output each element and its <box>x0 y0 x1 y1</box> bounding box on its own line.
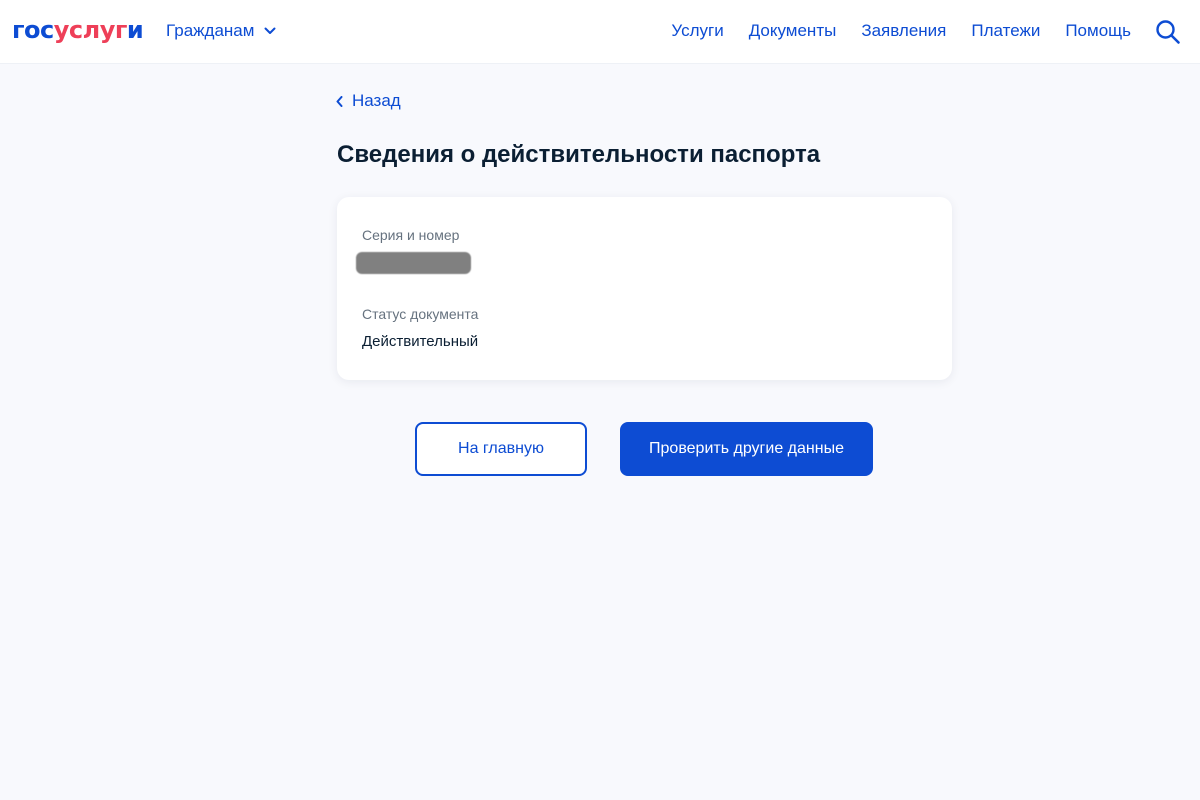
passport-info-card: Серия и номер Статус документа Действите… <box>337 197 952 380</box>
nav-item-help[interactable]: Помощь <box>1065 20 1131 42</box>
status-value: Действительный <box>362 333 479 350</box>
check-other-data-button[interactable]: Проверить другие данные <box>620 422 873 476</box>
series-number-label: Серия и номер <box>362 227 460 243</box>
home-button[interactable]: На главную <box>415 422 587 476</box>
search-icon[interactable] <box>1155 19 1181 45</box>
gosuslugi-logo[interactable]: госуслуги <box>12 16 144 44</box>
logo-part-i: и <box>126 16 144 44</box>
logo-part-uslug: услуг <box>53 16 128 44</box>
back-link[interactable]: Назад <box>336 90 401 112</box>
back-label: Назад <box>352 91 401 110</box>
redacted-series-number <box>356 252 471 274</box>
site-header: госуслуги Гражданам Услуги Документы Зая… <box>0 0 1200 64</box>
nav-item-documents[interactable]: Документы <box>749 20 837 42</box>
nav-item-payments[interactable]: Платежи <box>971 20 1040 42</box>
nav-item-applications[interactable]: Заявления <box>861 20 946 42</box>
nav-item-services[interactable]: Услуги <box>671 20 723 42</box>
audience-selector[interactable]: Гражданам <box>166 20 276 42</box>
logo-part-gos: гос <box>12 16 54 44</box>
main-nav: Услуги Документы Заявления Платежи Помощ… <box>671 20 1131 42</box>
status-label: Статус документа <box>362 306 479 322</box>
audience-label: Гражданам <box>166 21 255 40</box>
page-title: Сведения о действительности паспорта <box>337 141 821 168</box>
chevron-down-icon <box>264 27 276 34</box>
chevron-left-icon <box>336 95 343 107</box>
